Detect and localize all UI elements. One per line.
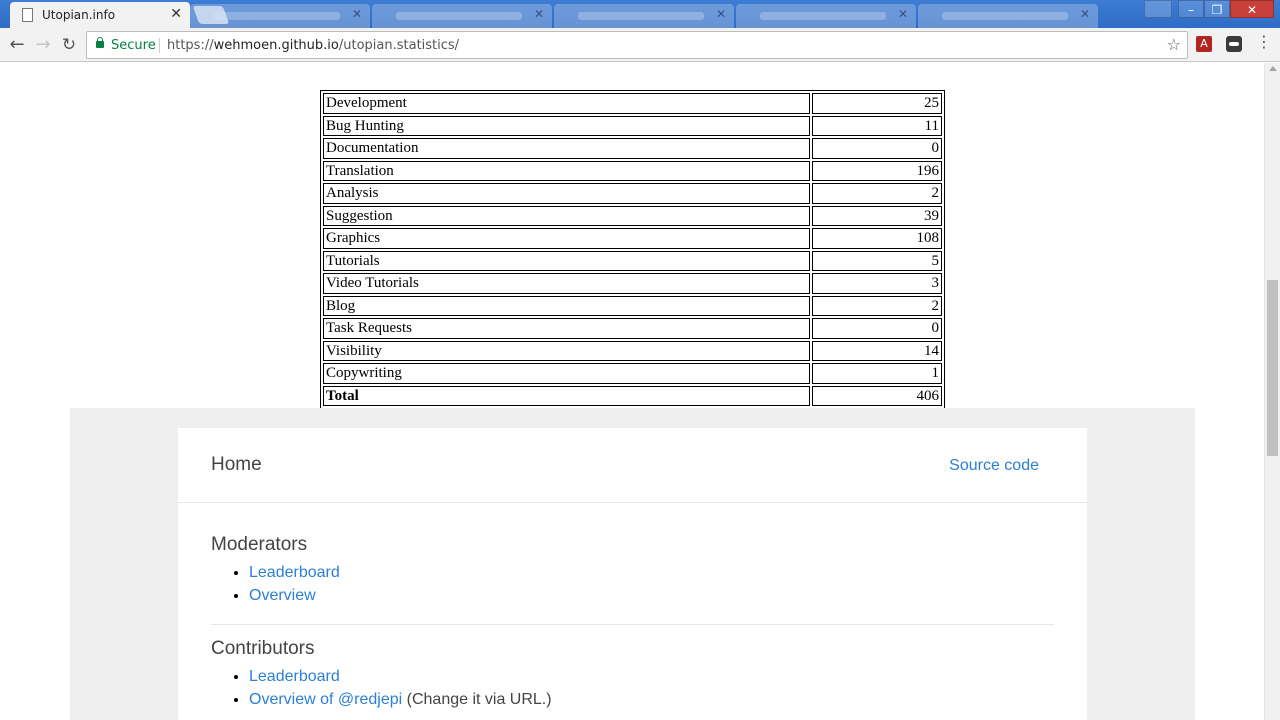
table-row: Visibility 14 xyxy=(323,340,942,361)
category-count: 14 xyxy=(812,340,942,361)
navigation-card: Home Source code Moderators Leaderboard … xyxy=(178,428,1087,720)
pdf-extension-icon[interactable]: A xyxy=(1196,36,1212,52)
table-row: Graphics 108 xyxy=(323,228,942,249)
moderators-overview-link[interactable]: Overview xyxy=(249,587,316,604)
menu-icon[interactable]: ⋮ xyxy=(1256,32,1272,51)
category-name: Total xyxy=(323,385,810,406)
category-count: 11 xyxy=(812,115,942,136)
category-count: 39 xyxy=(812,205,942,226)
total-row: Total 406 xyxy=(323,385,942,406)
table-row: Copywriting 1 xyxy=(323,363,942,384)
url-host: wehmoen.github.io xyxy=(213,38,339,53)
browser-toolbar: ← → ↻ Secure https://wehmoen.github.io/u… xyxy=(0,28,1280,62)
category-name: Development xyxy=(323,93,810,114)
category-stats-table: Development 25 Bug Hunting 11 Documentation 0… xyxy=(320,90,945,409)
list-item: Overview of @redjepi (Change it via URL.… xyxy=(249,689,1054,712)
background-tab[interactable]: ✕ xyxy=(372,4,552,28)
tab-strip: ✕ ✕ ✕ ✕ ✕ Utopian.info ✕ – ❐ ✕ xyxy=(0,0,1280,28)
table-row: Suggestion 39 xyxy=(323,205,942,226)
category-count: 406 xyxy=(812,385,942,406)
close-icon[interactable]: ✕ xyxy=(170,6,182,22)
category-count: 108 xyxy=(812,228,942,249)
divider xyxy=(159,38,160,53)
url-path: /utopian.statistics/ xyxy=(338,38,460,53)
moderators-links: Leaderboard Overview xyxy=(211,562,1054,607)
page-icon xyxy=(22,8,33,22)
table-row: Translation 196 xyxy=(323,160,942,181)
list-item: Leaderboard xyxy=(249,666,1054,689)
new-tab-button[interactable] xyxy=(192,6,230,24)
url-scheme: https:// xyxy=(167,38,214,53)
tab-title: Utopian.info xyxy=(42,8,116,22)
list-item: Leaderboard xyxy=(249,562,1054,585)
table-row: Documentation 0 xyxy=(323,138,942,159)
table-row: Blog 2 xyxy=(323,295,942,316)
table-row: Analysis 2 xyxy=(323,183,942,204)
category-name: Suggestion xyxy=(323,205,810,226)
table-row: Development 25 xyxy=(323,93,942,114)
section-heading: Contributors xyxy=(211,638,315,659)
category-count: 196 xyxy=(812,160,942,181)
moderators-section: Moderators Leaderboard Overview xyxy=(211,534,1054,607)
category-count: 0 xyxy=(812,318,942,339)
vertical-scrollbar[interactable] xyxy=(1264,63,1280,720)
category-count: 25 xyxy=(812,93,942,114)
close-window-button[interactable]: ✕ xyxy=(1230,0,1274,18)
category-count: 1 xyxy=(812,363,942,384)
moderators-leaderboard-link[interactable]: Leaderboard xyxy=(249,564,340,581)
category-name: Visibility xyxy=(323,340,810,361)
secure-label[interactable]: Secure xyxy=(111,38,156,53)
category-name: Analysis xyxy=(323,183,810,204)
source-code-link[interactable]: Source code xyxy=(949,457,1039,475)
section-heading: Moderators xyxy=(211,534,308,555)
url-hint: (Change it via URL.) xyxy=(402,690,552,708)
minimize-button[interactable]: – xyxy=(1178,0,1204,18)
contributors-section: Contributors Leaderboard Overview of @re… xyxy=(211,638,1054,711)
category-name: Graphics xyxy=(323,228,810,249)
page-viewport: Development 25 Bug Hunting 11 Documentation 0… xyxy=(0,63,1264,720)
tab-active[interactable]: Utopian.info ✕ xyxy=(10,2,190,28)
reload-icon[interactable]: ↻ xyxy=(58,34,80,56)
maximize-button[interactable]: ❐ xyxy=(1204,0,1230,18)
category-count: 3 xyxy=(812,273,942,294)
category-name: Task Requests xyxy=(323,318,810,339)
table-row: Tutorials 5 xyxy=(323,250,942,271)
category-name: Translation xyxy=(323,160,810,181)
background-tab[interactable]: ✕ xyxy=(736,4,916,28)
category-name: Documentation xyxy=(323,138,810,159)
lock-icon[interactable] xyxy=(96,37,104,48)
back-icon[interactable]: ← xyxy=(6,34,28,56)
bookmark-star-icon[interactable]: ☆ xyxy=(1167,35,1181,54)
category-count: 2 xyxy=(812,183,942,204)
home-title[interactable]: Home xyxy=(211,454,262,476)
category-name: Tutorials xyxy=(323,250,810,271)
contributors-links: Leaderboard Overview of @redjepi (Change… xyxy=(211,666,1054,711)
forward-icon[interactable]: → xyxy=(32,34,54,56)
background-tab[interactable]: ✕ xyxy=(918,4,1098,28)
url-text[interactable]: https://wehmoen.github.io/utopian.statis… xyxy=(167,38,459,53)
list-item: Overview xyxy=(249,585,1054,608)
contributors-leaderboard-link[interactable]: Leaderboard xyxy=(249,668,340,685)
table-row: Bug Hunting 11 xyxy=(323,115,942,136)
background-tab[interactable]: ✕ xyxy=(554,4,734,28)
scroll-thumb[interactable] xyxy=(1267,280,1278,456)
window-controls: – ❐ ✕ xyxy=(1144,0,1274,20)
category-name: Blog xyxy=(323,295,810,316)
category-name: Bug Hunting xyxy=(323,115,810,136)
category-name: Video Tutorials xyxy=(323,273,810,294)
category-count: 0 xyxy=(812,138,942,159)
card-header: Home Source code xyxy=(178,428,1087,503)
extension-icon[interactable] xyxy=(1226,36,1242,52)
category-name: Copywriting xyxy=(323,363,810,384)
address-bar[interactable]: Secure https://wehmoen.github.io/utopian… xyxy=(86,31,1188,59)
table-row: Task Requests 0 xyxy=(323,318,942,339)
contributor-overview-link[interactable]: Overview of @redjepi xyxy=(249,691,402,708)
profile-button[interactable] xyxy=(1144,0,1172,18)
section-divider xyxy=(211,624,1054,625)
category-count: 5 xyxy=(812,250,942,271)
category-count: 2 xyxy=(812,295,942,316)
scroll-up-icon[interactable] xyxy=(1269,66,1277,71)
table-row: Video Tutorials 3 xyxy=(323,273,942,294)
